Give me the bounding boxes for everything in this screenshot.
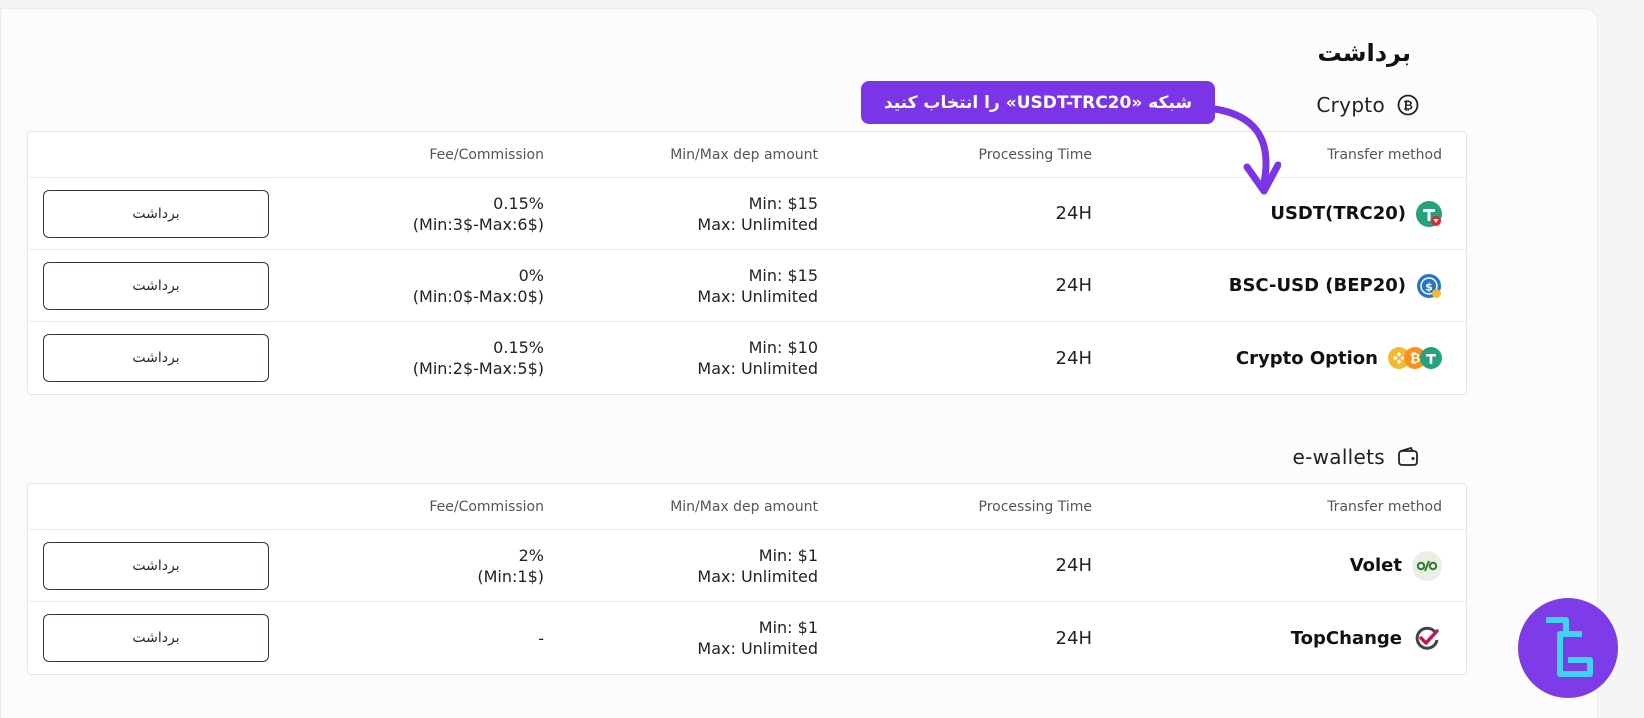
table-row: Volet 24H Min: $1 Max: Unlimited 2% (Min…	[28, 530, 1466, 602]
header-fee: Fee/Commission	[429, 146, 544, 163]
header-minmax: Min/Max dep amount	[670, 498, 818, 515]
max-amount: Max: Unlimited	[697, 359, 818, 378]
method-name: Volet	[1349, 555, 1402, 576]
max-amount: Max: Unlimited	[697, 214, 818, 234]
withdraw-button[interactable]: برداشت	[43, 614, 269, 662]
processing-time: 24H	[1055, 347, 1092, 369]
processing-time: 24H	[1055, 627, 1092, 649]
fee-percent: 0.15%	[493, 338, 544, 357]
crypto-section-title: Crypto	[1316, 93, 1385, 117]
brand-logo-icon	[1518, 598, 1618, 698]
table-row: ₿ Crypto Option 24H Min: $10 Max: Unlimi…	[28, 322, 1466, 394]
crypto-coins-icon: ₿	[1388, 347, 1442, 369]
svg-text:₿: ₿	[1410, 352, 1421, 367]
withdraw-button[interactable]: برداشت	[43, 334, 269, 382]
fee-percent: 0.15%	[493, 193, 544, 213]
withdraw-button[interactable]: برداشت	[43, 261, 269, 310]
processing-time: 24H	[1055, 203, 1092, 224]
header-transfer-method: Transfer method	[1327, 146, 1442, 163]
header-processing-time: Processing Time	[978, 146, 1092, 163]
min-amount: Min: $1	[758, 545, 818, 565]
annotation-arrow-icon	[1211, 105, 1281, 195]
tether-icon	[1420, 347, 1442, 369]
tether-tron-icon	[1416, 200, 1442, 227]
method-name: USDT(TRC20)	[1270, 203, 1406, 224]
min-amount: Min: $15	[748, 265, 818, 285]
processing-time: 24H	[1055, 555, 1092, 576]
processing-time: 24H	[1055, 275, 1092, 296]
fee-range: (Min:0$-Max:0$)	[412, 286, 544, 306]
page-title: برداشت	[1317, 39, 1412, 67]
bitcoin-circle-icon: ₿	[1397, 94, 1419, 116]
table-header: Transfer method Processing Time Min/Max …	[28, 484, 1466, 530]
fee-percent: -	[538, 628, 544, 648]
wallet-icon	[1397, 446, 1419, 468]
crypto-section-header: Crypto ₿	[1316, 93, 1419, 117]
max-amount: Max: Unlimited	[697, 566, 818, 586]
min-amount: Min: $15	[748, 193, 818, 213]
svg-text:₿: ₿	[1403, 99, 1413, 113]
header-transfer-method: Transfer method	[1327, 498, 1442, 515]
ewallets-section-header: e-wallets	[1292, 445, 1419, 469]
table-row: $ BSC-USD (BEP20) 24H Min: $15 Max: Unli…	[28, 250, 1466, 322]
min-amount: Min: $1	[758, 618, 818, 637]
topchange-icon	[1412, 623, 1442, 653]
volet-icon	[1412, 550, 1442, 581]
fee-range: (Min:2$-Max:5$)	[412, 359, 544, 378]
withdraw-button[interactable]: برداشت	[43, 541, 269, 590]
bsc-usd-icon: $	[1416, 273, 1442, 299]
ewallets-section-title: e-wallets	[1292, 445, 1385, 469]
fee-range: (Min:3$-Max:6$)	[412, 214, 544, 234]
method-name: BSC-USD (BEP20)	[1228, 275, 1406, 296]
header-processing-time: Processing Time	[978, 498, 1092, 515]
fee-range: (Min:1$)	[477, 566, 544, 586]
ewallets-table: Transfer method Processing Time Min/Max …	[27, 483, 1467, 675]
fee-percent: 2%	[518, 545, 544, 565]
method-name: TopChange	[1290, 627, 1402, 649]
method-name: Crypto Option	[1235, 347, 1378, 369]
max-amount: Max: Unlimited	[697, 286, 818, 306]
withdrawal-panel: برداشت Crypto ₿ Transfer method Processi…	[0, 8, 1598, 718]
max-amount: Max: Unlimited	[697, 639, 818, 658]
withdraw-button[interactable]: برداشت	[43, 189, 269, 238]
fee-percent: 0%	[518, 265, 544, 285]
min-amount: Min: $10	[748, 338, 818, 357]
header-fee: Fee/Commission	[429, 498, 544, 515]
svg-text:$: $	[1425, 280, 1433, 293]
header-minmax: Min/Max dep amount	[670, 146, 818, 163]
table-row: TopChange 24H Min: $1 Max: Unlimited - ب…	[28, 602, 1466, 674]
